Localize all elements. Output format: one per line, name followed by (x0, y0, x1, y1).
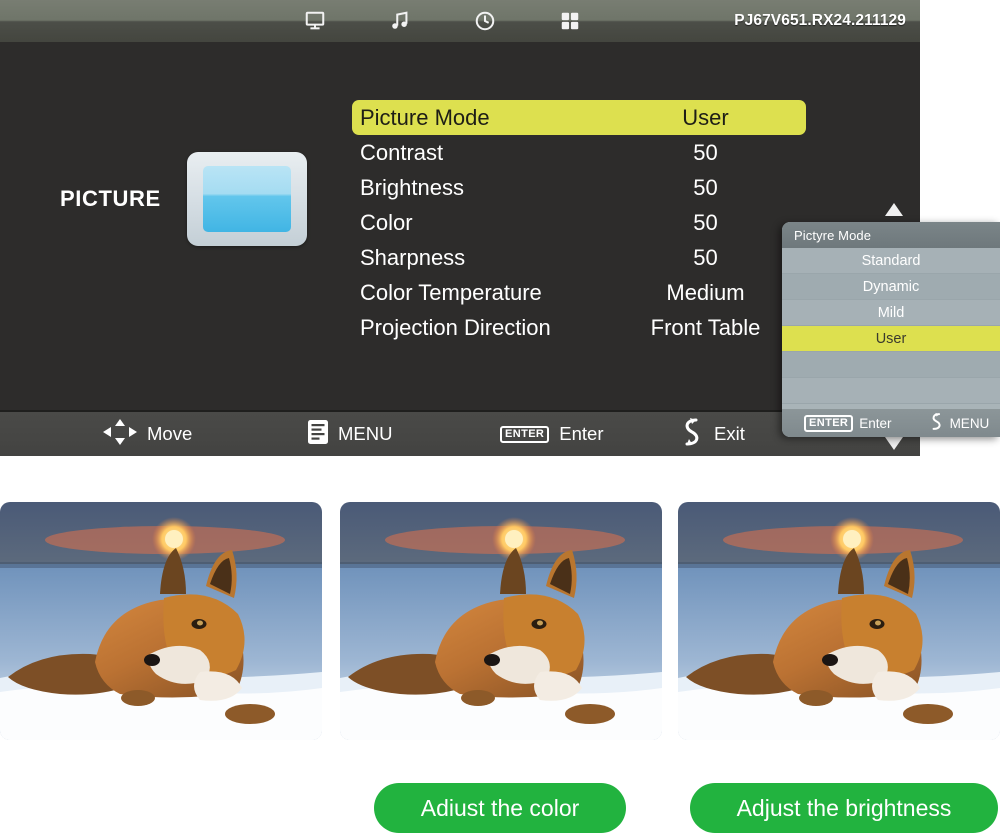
popup-footer: ENTER Enter MENU (782, 409, 1000, 437)
menu-row-sharpness[interactable]: Sharpness 50 (352, 240, 806, 275)
menu-row-color-temperature[interactable]: Color Temperature Medium (352, 275, 806, 310)
hint-enter-label: Enter (559, 423, 604, 444)
menu-row-brightness[interactable]: Brightness 50 (352, 170, 806, 205)
firmware-version-label: PJ67V651.RX24.211129 (734, 12, 906, 29)
osd-top-bar: PJ67V651.RX24.211129 (0, 0, 920, 42)
hint-enter[interactable]: ENTER Enter (500, 423, 604, 445)
fox-photo-1 (0, 502, 322, 740)
popup-title: Pictyre Mode (782, 222, 1000, 248)
menu-list-icon (308, 419, 328, 449)
enter-key-badge: ENTER (500, 425, 550, 443)
popup-option-standard[interactable]: Standard (782, 248, 1000, 274)
popup-hint-menu-label: MENU (949, 415, 990, 431)
popup-option-blank-2[interactable] (782, 378, 1000, 404)
adjust-brightness-button[interactable]: Adjust the brightness (690, 783, 998, 833)
hint-menu-label: MENU (338, 423, 393, 444)
menu-row-value: User (682, 104, 729, 130)
menu-row-value: 50 (693, 244, 718, 270)
fox-photo-3 (678, 502, 1000, 740)
scroll-down-arrow-icon[interactable] (885, 437, 903, 450)
dpad-icon (103, 418, 137, 450)
menu-row-color[interactable]: Color 50 (352, 205, 806, 240)
display-icon[interactable] (300, 6, 330, 36)
menu-row-label: Color (360, 209, 413, 235)
menu-row-label: Contrast (360, 139, 444, 165)
popup-hint-menu[interactable]: MENU (928, 412, 990, 434)
menu-row-label: Brightness (360, 174, 464, 200)
music-icon[interactable] (385, 6, 415, 36)
popup-option-list: Standard Dynamic Mild User (782, 248, 1000, 404)
menu-row-value: Front Table (650, 314, 761, 340)
menu-row-projection-direction[interactable]: Projection Direction Front Table (352, 310, 806, 345)
menu-row-picture-mode[interactable]: Picture Mode User (352, 100, 806, 135)
popup-hint-enter[interactable]: ENTER Enter (804, 414, 892, 432)
scroll-up-arrow-icon[interactable] (885, 203, 903, 216)
clock-icon[interactable] (470, 6, 500, 36)
menu-row-value: 50 (693, 209, 718, 235)
menu-row-label: Picture Mode (360, 104, 490, 130)
picture-mode-popup: Pictyre Mode Standard Dynamic Mild User … (782, 222, 1000, 437)
category-label: PICTURE (60, 186, 161, 211)
hint-move[interactable]: Move (103, 418, 193, 450)
picture-screen-inner (202, 166, 291, 232)
enter-key-badge: ENTER (804, 414, 854, 432)
menu-row-label: Color Temperature (360, 279, 542, 305)
menu-row-value: 50 (693, 174, 718, 200)
popup-option-blank-1[interactable] (782, 352, 1000, 378)
menu-row-label: Projection Direction (360, 314, 551, 340)
fox-photo-2 (340, 502, 662, 740)
menu-row-label: Sharpness (360, 244, 466, 270)
menu-row-value: Medium (666, 279, 745, 305)
popup-hint-enter-label: Enter (859, 415, 892, 431)
apps-grid-icon[interactable] (555, 6, 585, 36)
picture-settings-list: Picture Mode User Contrast 50 Brightness… (352, 100, 806, 345)
popup-option-dynamic[interactable]: Dynamic (782, 274, 1000, 300)
picture-screen-icon (186, 152, 307, 246)
menu-row-value: 50 (693, 139, 718, 165)
return-arrow-icon (928, 412, 944, 434)
category-block: PICTURE (60, 152, 307, 246)
osd-category-icons (300, 0, 585, 42)
menu-row-contrast[interactable]: Contrast 50 (352, 135, 806, 170)
hint-menu[interactable]: MENU (308, 419, 393, 449)
return-arrow-icon (678, 417, 704, 452)
hint-move-label: Move (147, 423, 193, 444)
popup-option-mild[interactable]: Mild (782, 300, 1000, 326)
popup-option-user[interactable]: User (782, 326, 1000, 352)
sample-photo-row (0, 502, 1000, 742)
hint-exit[interactable]: Exit (678, 417, 745, 452)
hint-exit-label: Exit (714, 423, 745, 444)
adjust-color-button[interactable]: Adiust the color (374, 783, 626, 833)
